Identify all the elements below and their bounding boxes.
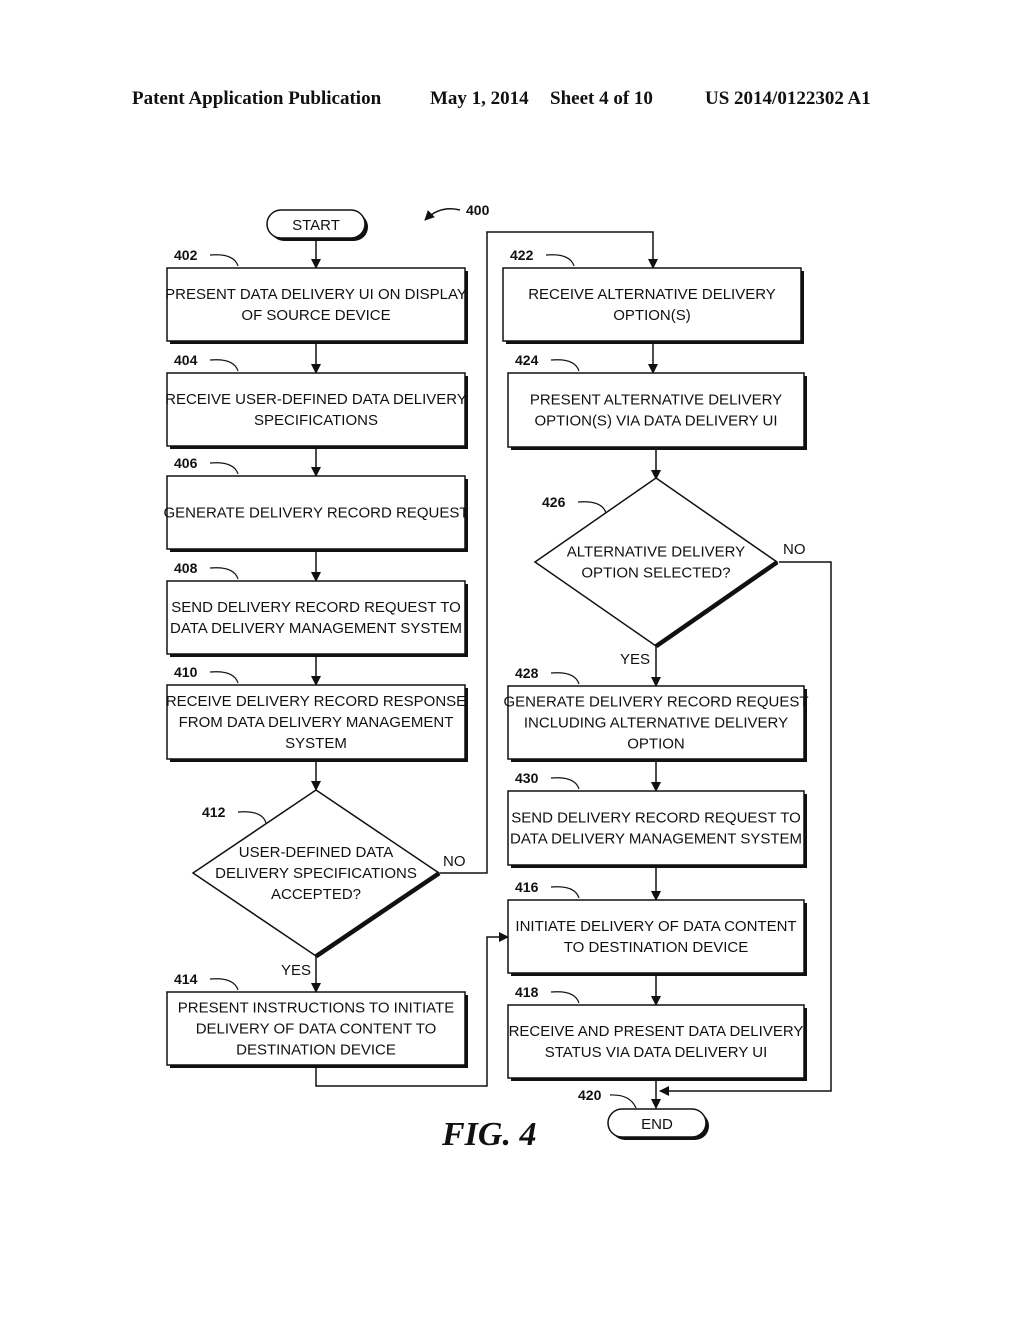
decision-412-no-label: NO xyxy=(443,853,466,870)
end-terminal: END xyxy=(607,1108,709,1140)
start-terminal-label: START xyxy=(292,217,340,234)
process-box xyxy=(166,372,466,447)
step-428-text-line: OPTION xyxy=(627,736,685,753)
step-430-ref: 430 xyxy=(515,770,539,786)
step-418-ref: 418 xyxy=(515,984,539,1000)
step-430-text-line: SEND DELIVERY RECORD REQUEST TO xyxy=(511,810,801,827)
step-430-ref-leader xyxy=(550,777,580,790)
end-ref-leader xyxy=(609,1094,637,1109)
step-408-ref-leader xyxy=(209,567,239,580)
step-402-ref: 402 xyxy=(174,247,198,263)
end-terminal-label: END xyxy=(641,1116,673,1133)
step-414: PRESENT INSTRUCTIONS TO INITIATE DELIVERY… xyxy=(166,971,468,1068)
decision-426-yes-label: YES xyxy=(620,651,650,668)
step-406-ref: 406 xyxy=(174,455,198,471)
step-422-ref: 422 xyxy=(510,247,534,263)
decision-412-text-line: USER-DEFINED DATA xyxy=(239,844,393,861)
step-422-text-line: RECEIVE ALTERNATIVE DELIVERY xyxy=(528,286,776,303)
process-box xyxy=(166,267,466,342)
step-408-text-line: SEND DELIVERY RECORD REQUEST TO xyxy=(171,599,461,616)
step-414-ref: 414 xyxy=(174,971,198,987)
figure-ref-arrow xyxy=(424,208,461,221)
decision-diamond xyxy=(533,477,779,647)
step-416-text-line: INITIATE DELIVERY OF DATA CONTENT xyxy=(515,918,796,935)
step-408-ref: 408 xyxy=(174,560,198,576)
step-410-text-line: FROM DATA DELIVERY MANAGEMENT xyxy=(179,714,454,731)
step-416-text-line: TO DESTINATION DEVICE xyxy=(564,939,748,956)
decision-412-ref: 412 xyxy=(202,804,226,820)
process-box xyxy=(502,267,802,342)
process-box xyxy=(507,372,805,448)
step-402-ref-leader xyxy=(209,254,239,267)
step-418-text-line: RECEIVE AND PRESENT DATA DELIVERY xyxy=(509,1023,804,1040)
step-414-text-line: DESTINATION DEVICE xyxy=(236,1042,396,1059)
start-terminal: START xyxy=(266,209,368,241)
shapes: START PRESENT DATA DELIVERY UI ON DISPLAY… xyxy=(163,209,809,1140)
step-422-text-line: OPTION(S) xyxy=(613,307,691,324)
step-414-text-line: PRESENT INSTRUCTIONS TO INITIATE xyxy=(178,1000,454,1017)
decision-426-ref-leader xyxy=(577,501,607,514)
step-404-text-line: SPECIFICATIONS xyxy=(254,412,378,429)
step-428-text-line: INCLUDING ALTERNATIVE DELIVERY xyxy=(524,715,788,732)
step-418: RECEIVE AND PRESENT DATA DELIVERY STATUS … xyxy=(507,984,807,1081)
process-box xyxy=(507,899,805,974)
step-428-ref: 428 xyxy=(515,665,539,681)
step-424-text-line: OPTION(S) VIA DATA DELIVERY UI xyxy=(534,413,777,430)
step-422-ref-leader xyxy=(545,254,575,267)
process-box xyxy=(507,1004,805,1079)
step-410: RECEIVE DELIVERY RECORD RESPONSE FROM DAT… xyxy=(166,664,468,762)
step-408-text-line: DATA DELIVERY MANAGEMENT SYSTEM xyxy=(170,620,462,637)
step-424: PRESENT ALTERNATIVE DELIVERY OPTION(S) VI… xyxy=(507,352,807,450)
decision-412-text-line: ACCEPTED? xyxy=(271,886,361,903)
decision-426-no-label: NO xyxy=(783,541,806,558)
decision-426-text-line: ALTERNATIVE DELIVERY xyxy=(567,544,745,561)
step-404-ref: 404 xyxy=(174,352,198,368)
step-404-ref-leader xyxy=(209,359,239,372)
step-414-text-line: DELIVERY OF DATA CONTENT TO xyxy=(196,1021,437,1038)
step-424-ref: 424 xyxy=(515,352,539,368)
process-box xyxy=(507,790,805,866)
decision-426-ref: 426 xyxy=(542,494,566,510)
decision-412-yes-label: YES xyxy=(281,962,311,979)
step-406-ref-leader xyxy=(209,462,239,475)
step-402-text-line: PRESENT DATA DELIVERY UI ON DISPLAY xyxy=(165,286,467,303)
step-424-text-line: PRESENT ALTERNATIVE DELIVERY xyxy=(530,392,782,409)
process-box xyxy=(166,580,466,655)
decision-412: USER-DEFINED DATA DELIVERY SPECIFICATIONS… xyxy=(191,789,441,959)
end-ref: 420 xyxy=(578,1087,602,1103)
decision-426: ALTERNATIVE DELIVERY OPTION SELECTED? 426 xyxy=(533,477,779,649)
step-424-ref-leader xyxy=(550,359,580,372)
decision-426-text-line: OPTION SELECTED? xyxy=(581,565,730,582)
step-410-text-line: SYSTEM xyxy=(285,735,347,752)
decision-412-text-line: DELIVERY SPECIFICATIONS xyxy=(215,865,417,882)
step-402-text-line: OF SOURCE DEVICE xyxy=(241,307,390,324)
figure-label: FIG. 4 xyxy=(441,1116,536,1153)
step-428-text-line: GENERATE DELIVERY RECORD REQUEST xyxy=(503,694,808,711)
step-418-text-line: STATUS VIA DATA DELIVERY UI xyxy=(545,1044,768,1061)
step-418-ref-leader xyxy=(550,991,580,1004)
flowchart: START PRESENT DATA DELIVERY UI ON DISPLAY… xyxy=(163,202,832,1153)
step-406-text-line: GENERATE DELIVERY RECORD REQUEST xyxy=(163,505,468,522)
step-416-ref: 416 xyxy=(515,879,539,895)
step-410-ref: 410 xyxy=(174,664,198,680)
step-416: INITIATE DELIVERY OF DATA CONTENT TO DEST… xyxy=(507,879,807,976)
step-430: SEND DELIVERY RECORD REQUEST TO DATA DELI… xyxy=(507,770,807,868)
step-410-ref-leader xyxy=(209,671,239,684)
step-408: SEND DELIVERY RECORD REQUEST TO DATA DELI… xyxy=(166,560,468,657)
step-404-text-line: RECEIVE USER-DEFINED DATA DELIVERY xyxy=(165,391,467,408)
step-428-ref-leader xyxy=(550,672,580,685)
decision-412-ref-leader xyxy=(237,811,267,824)
step-430-text-line: DATA DELIVERY MANAGEMENT SYSTEM xyxy=(510,831,802,848)
step-414-ref-leader xyxy=(209,978,239,991)
figure-ref-label: 400 xyxy=(466,202,490,218)
step-416-ref-leader xyxy=(550,886,580,899)
step-410-text-line: RECEIVE DELIVERY RECORD RESPONSE xyxy=(166,693,466,710)
